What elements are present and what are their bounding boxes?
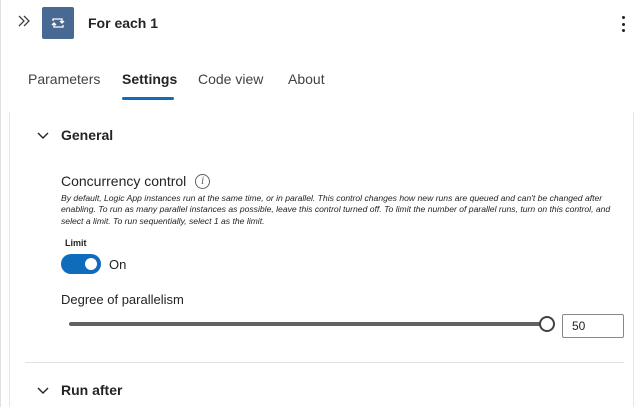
collapse-panel-icon [18,15,30,27]
tab-code-view[interactable]: Code view [198,71,263,87]
chevron-double-right-icon[interactable] [17,14,33,32]
general-section-label: General [61,127,114,143]
active-tab-indicator [122,97,174,100]
limit-label: Limit [65,238,87,248]
tab-about[interactable]: About [288,71,325,87]
toggle-knob [85,258,97,270]
toggle-state-text: On [109,257,127,272]
panel-header: For each 1 [1,0,643,48]
tab-settings[interactable]: Settings [122,71,177,87]
action-settings-panel: For each 1 Parameters Settings Code view… [0,0,643,407]
general-section-header[interactable]: General [35,127,113,143]
parallelism-slider-thumb[interactable] [539,316,555,332]
section-divider [25,362,624,363]
loop-icon [42,7,74,39]
concurrency-control-label: Concurrency control i [61,173,211,189]
more-vertical-icon[interactable] [617,14,629,34]
parallelism-slider-track[interactable] [69,322,547,326]
action-title[interactable]: For each 1 [88,15,158,31]
parallelism-input[interactable] [562,314,624,338]
limit-toggle[interactable] [61,254,101,274]
run-after-section-label: Run after [61,382,123,398]
concurrency-description: By default, Logic App instances run at t… [61,193,611,226]
chevron-down-icon [37,387,49,394]
info-icon[interactable]: i [195,173,211,189]
run-after-section-header[interactable]: Run after [35,382,122,398]
chevron-down-icon [37,132,49,139]
degree-of-parallelism-label: Degree of parallelism [61,292,184,307]
concurrency-control-text: Concurrency control [61,173,187,189]
tab-parameters[interactable]: Parameters [28,71,100,87]
tab-bar: Parameters Settings Code view About [1,64,643,104]
